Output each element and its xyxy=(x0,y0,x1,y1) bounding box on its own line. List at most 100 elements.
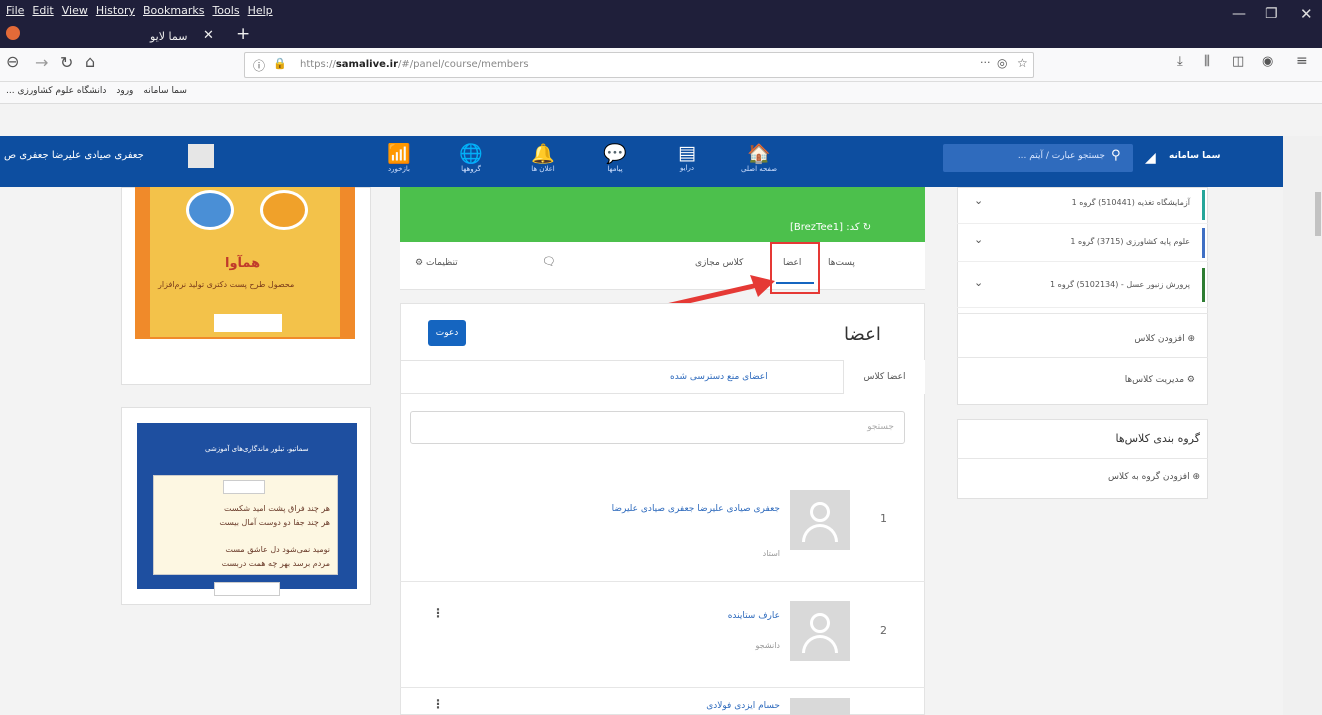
nav-home[interactable]: 🏠 صفحه اصلی xyxy=(734,142,784,173)
bookmark-item[interactable]: سما سامانه xyxy=(143,86,187,96)
bookmark-item[interactable]: ورود xyxy=(116,86,133,96)
nav-drive[interactable]: ▤ درایو xyxy=(662,142,712,172)
forward-icon[interactable]: → xyxy=(35,53,48,72)
divider xyxy=(957,313,1208,314)
nav-label: گروهها xyxy=(461,165,481,173)
add-group-label: افزودن گروه به کلاس xyxy=(1107,472,1190,482)
member-name[interactable]: حسام ایزدی فولادی xyxy=(600,701,780,711)
chevron-down-icon[interactable]: ⌄ xyxy=(974,194,983,207)
course-code: ↻ کد: [BrezTee1] xyxy=(790,222,871,233)
site-search-input[interactable]: جستجو عبارت / آیتم ... xyxy=(943,144,1133,172)
avatar[interactable] xyxy=(790,601,850,661)
bookmark-items: سما سامانه ورود دانشگاه علوم کشاورزی ... xyxy=(6,86,187,96)
add-group-link[interactable]: ⊕ افزودن گروه به کلاس xyxy=(1080,472,1200,482)
drive-icon: ▤ xyxy=(678,142,696,164)
member-role: استاد xyxy=(762,549,780,558)
pocket-icon[interactable]: ◎ xyxy=(997,56,1007,70)
divider xyxy=(957,357,1208,358)
maximize-icon[interactable]: ❐ xyxy=(1265,6,1278,22)
bookmark-item[interactable]: دانشگاه علوم کشاورزی ... xyxy=(6,86,106,96)
member-number: 1 xyxy=(880,512,887,525)
menu-view[interactable]: View xyxy=(62,4,88,17)
reload-icon[interactable]: ↻ xyxy=(60,53,73,72)
member-name[interactable]: عارف ستاینده xyxy=(600,611,780,621)
search-icon[interactable]: ⚲ xyxy=(1111,148,1121,163)
scrollbar-thumb[interactable] xyxy=(1315,192,1321,236)
user-name[interactable]: جعفری صیادی علیرضا جعفری ص xyxy=(4,150,144,161)
poem-line: مردم برسد بهر چه همت دربست xyxy=(221,559,330,568)
member-search-input[interactable]: جستجو xyxy=(410,411,905,444)
members-title: اعضا xyxy=(844,324,881,345)
ad-banner-2-title: سماتیو، تبلور ماندگاری‌های آموزشی xyxy=(205,445,309,453)
nav-notifications[interactable]: 🔔 اعلان ها xyxy=(518,142,568,173)
home-nav-icon[interactable]: ⌂ xyxy=(85,52,95,71)
url-bar[interactable]: ⓘ 🔒 https://samalive.ir/#/panel/course/m… xyxy=(244,52,1034,78)
minimize-icon[interactable]: — xyxy=(1232,6,1246,22)
user-avatar[interactable] xyxy=(188,144,214,168)
page-top-spacer xyxy=(0,104,1322,136)
chevron-down-icon[interactable]: ⌄ xyxy=(974,233,983,246)
member-name[interactable]: جعفری صیادی علیرضا جعفری صیادی علیرضا xyxy=(600,500,780,518)
manage-classes-link[interactable]: ⚙ مدیریت کلاس‌ها xyxy=(1010,375,1195,385)
divider xyxy=(957,458,1208,459)
url-text: https://samalive.ir/#/panel/course/membe… xyxy=(300,59,529,70)
gear-icon: ⚙ xyxy=(415,258,424,268)
info-icon[interactable]: ⓘ xyxy=(253,57,265,74)
page-actions-icon[interactable]: ··· xyxy=(980,56,991,69)
star-icon[interactable]: ☆ xyxy=(1017,56,1028,70)
nav-messages[interactable]: 💬 پیامها xyxy=(590,142,640,173)
back-icon[interactable]: ⊖ xyxy=(6,52,19,71)
chevron-down-icon[interactable]: ⌄ xyxy=(974,276,983,289)
class-color-bar xyxy=(1202,228,1205,258)
ad-banner-1-logo xyxy=(214,314,282,332)
add-class-link[interactable]: ⊕ افزودن کلاس xyxy=(1010,334,1195,344)
user-silhouette-body xyxy=(802,524,838,542)
class-name[interactable]: علوم پایه کشاورزی (3715) گروه 1 xyxy=(990,237,1190,246)
refresh-icon[interactable]: ↻ xyxy=(863,222,871,233)
nav-feedback[interactable]: 📶 بازخورد xyxy=(374,142,424,173)
menu-help[interactable]: Help xyxy=(248,4,273,17)
brand-logo[interactable]: سما سامانه xyxy=(1169,151,1220,161)
browser-tab-favicon-icon xyxy=(6,26,20,40)
account-icon[interactable]: ◉ xyxy=(1262,54,1273,69)
menu-history[interactable]: History xyxy=(96,4,135,17)
invite-button[interactable]: دعوت xyxy=(428,320,466,346)
browser-tab-title[interactable]: سما لایو xyxy=(150,30,187,43)
class-color-bar xyxy=(1202,190,1205,220)
rss-icon: 📶 xyxy=(387,143,411,165)
subtab-blocked-members[interactable]: اعضای منع دسترسی شده xyxy=(670,372,768,382)
course-header xyxy=(400,187,925,242)
user-silhouette-icon xyxy=(810,502,830,522)
subtab-class-members[interactable]: اعضا کلاس xyxy=(843,360,925,394)
menu-file[interactable]: File xyxy=(6,4,24,17)
avatar[interactable] xyxy=(790,698,850,715)
more-options-icon[interactable]: ⋮ xyxy=(432,606,444,620)
tab-close-icon[interactable]: ✕ xyxy=(203,28,214,43)
gear-icon: ⚙ xyxy=(1186,375,1195,385)
chat-icon[interactable]: 🗨 xyxy=(542,255,556,268)
ad-circle-right xyxy=(260,190,308,230)
menu-tools[interactable]: Tools xyxy=(212,4,239,17)
nav-label: پیامها xyxy=(607,165,623,173)
hamburger-menu-icon[interactable]: ≡ xyxy=(1296,53,1308,69)
tab-settings[interactable]: ⚙ تنظیمات xyxy=(415,258,458,268)
library-icon[interactable]: ⫼ xyxy=(1204,54,1210,69)
member-number: 2 xyxy=(880,624,887,637)
menu-bookmarks[interactable]: Bookmarks xyxy=(143,4,204,17)
new-tab-button[interactable]: + xyxy=(236,24,250,44)
brand-wing-icon: ◢ xyxy=(1145,150,1156,166)
ad-banner-2-tag xyxy=(223,480,265,494)
close-window-icon[interactable]: ✕ xyxy=(1300,5,1313,23)
download-icon[interactable]: ⤓ xyxy=(1177,54,1183,69)
nav-groups[interactable]: 🌐 گروهها xyxy=(446,142,496,173)
nav-label: درایو xyxy=(679,164,694,172)
menu-edit[interactable]: Edit xyxy=(32,4,53,17)
nav-label: اعلان ها xyxy=(531,165,555,173)
class-name[interactable]: پرورش زنبور عسل - (5102134) گروه 1 xyxy=(990,280,1190,289)
tab-posts[interactable]: پست‌ها xyxy=(828,258,855,268)
avatar[interactable] xyxy=(790,490,850,550)
sidebar-icon[interactable]: ◫ xyxy=(1232,54,1244,69)
class-name[interactable]: آزمایشگاه تغذیه (510441) گروه 1 xyxy=(990,198,1190,207)
globe-icon: 🌐 xyxy=(459,143,483,165)
more-options-icon[interactable]: ⋮ xyxy=(432,697,444,711)
